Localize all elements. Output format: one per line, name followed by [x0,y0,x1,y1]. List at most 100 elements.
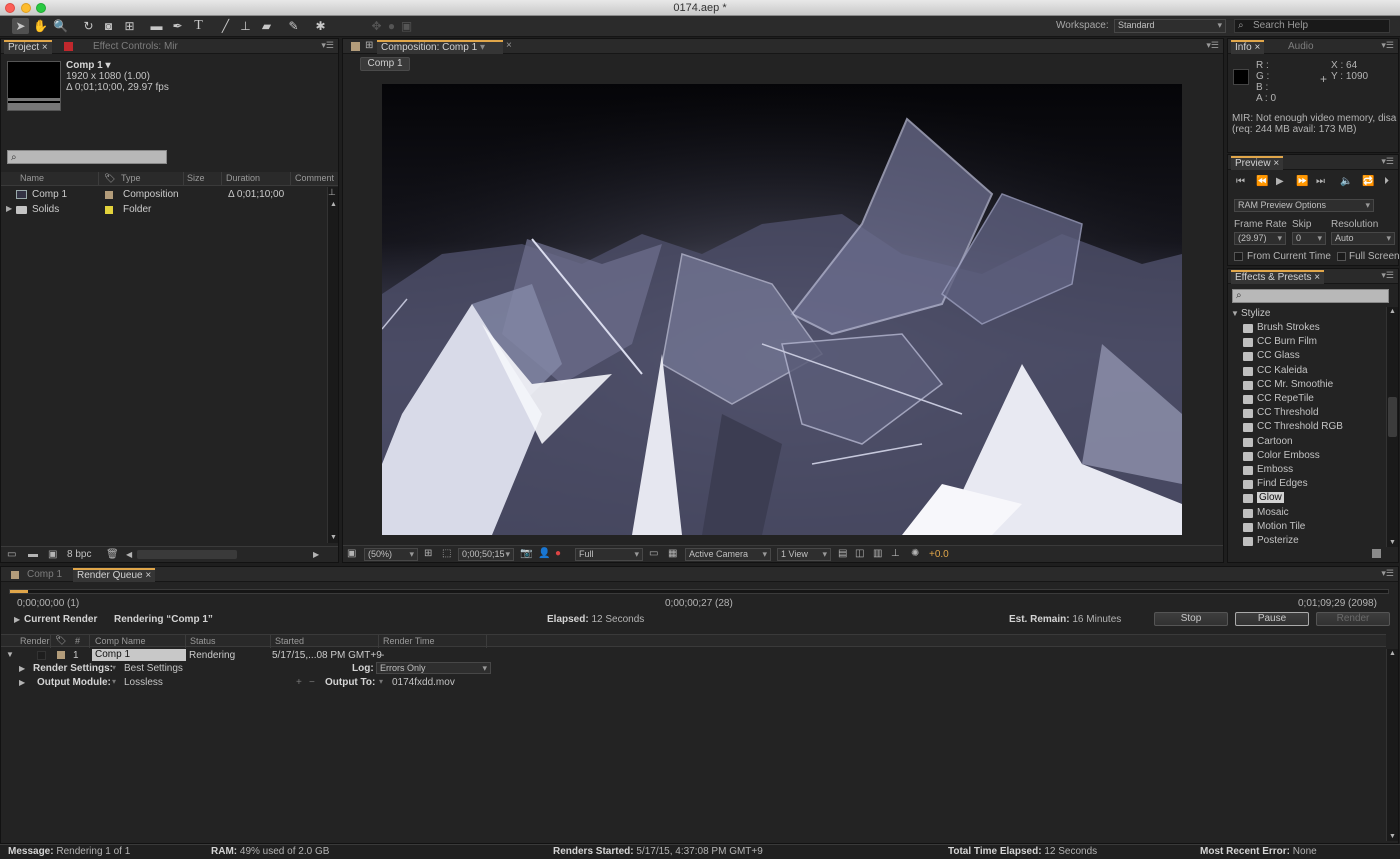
camera-tool-icon[interactable]: ◙ [100,18,117,34]
zoom-window-button[interactable] [36,3,46,13]
view-layout-dropdown[interactable]: 1 View [777,548,831,561]
camera-view-dropdown[interactable]: Active Camera [685,548,771,561]
comp-viewer-canvas[interactable] [382,84,1182,535]
effect-item[interactable]: CC Burn Film [1243,335,1317,349]
resolution-dropdown[interactable]: Auto [1331,232,1395,245]
render-queue-item-row[interactable]: ▼ 1 Comp 1 Rendering 5/17/15,...08 PM GM… [1,649,1386,662]
label-swatch[interactable] [57,651,65,659]
effects-scroll-thumb[interactable] [1388,397,1397,437]
close-window-button[interactable] [5,3,15,13]
scroll-down-icon[interactable]: ▼ [1389,539,1396,546]
first-frame-icon[interactable]: ⏮ [1236,176,1245,187]
zoom-tool-icon[interactable]: 🔍 [52,18,69,34]
output-module-triangle-icon[interactable]: ▶ [19,678,25,687]
horizontal-scrollbar[interactable] [137,550,237,559]
col-number[interactable]: # [72,635,90,648]
current-render-triangle-icon[interactable]: ▶ [14,615,20,624]
color-channels-icon[interactable]: ● [555,548,561,559]
stop-button[interactable]: Stop [1154,612,1228,626]
effect-item[interactable]: CC RepeTile [1243,392,1314,406]
workspace-dropdown[interactable]: Standard [1114,19,1226,33]
project-search-input[interactable]: ⌕ [7,150,167,164]
trash-icon[interactable]: 🗑 [106,549,119,560]
new-preset-icon[interactable] [1372,549,1381,558]
roto-brush-tool-icon[interactable]: ✎ [285,18,302,34]
new-folder-icon[interactable]: ▬ [28,549,38,560]
scroll-up-icon[interactable]: ▲ [1389,650,1396,657]
scroll-up-icon[interactable]: ▲ [1389,308,1396,315]
col-duration[interactable]: Duration [223,172,291,185]
project-row[interactable]: ▶ Solids Folder [1,203,327,217]
effects-search-input[interactable]: ⌕ [1232,289,1389,303]
effects-scrollbar[interactable]: ▲ ▼ [1386,307,1398,547]
ram-preview-icon[interactable]: ⏵ [1384,176,1389,187]
fast-previews-icon[interactable]: ◫ [855,548,864,559]
effect-item[interactable]: Cartoon [1243,435,1293,449]
remove-output-module-icon[interactable]: − [309,677,315,688]
exposure-value[interactable]: +0.0 [929,549,949,560]
scroll-right-icon[interactable]: ▶ [313,550,319,559]
scroll-up-icon[interactable]: ▲ [330,201,337,208]
item-comp-name[interactable]: Comp 1 [92,649,186,661]
new-comp-icon[interactable]: ▣ [48,549,57,560]
project-row[interactable]: Comp 1 Composition Δ 0;01;10;00 [1,188,327,202]
rectangle-tool-icon[interactable]: ▬ [148,18,165,34]
tab-info[interactable]: Info × [1231,40,1265,54]
comp-breadcrumb[interactable]: Comp 1 [360,57,410,71]
render-button[interactable]: Render [1316,612,1390,626]
resolution-dropdown[interactable]: Full [575,548,643,561]
puppet-pin-tool-icon[interactable]: ✱ [312,18,329,34]
effect-item[interactable]: Glow [1243,491,1284,505]
flowchart-view-icon[interactable]: ⊥ [891,548,900,559]
render-checkbox[interactable] [37,651,46,660]
effect-item[interactable]: CC Threshold [1243,406,1319,420]
timeline-icon[interactable]: ▥ [873,548,882,559]
output-to-value[interactable]: 0174fxdd.mov [392,677,455,688]
axis-view-icon[interactable]: ▣ [398,18,415,34]
minimize-window-button[interactable] [21,3,31,13]
frame-rate-dropdown[interactable]: (29.97) [1234,232,1286,245]
col-render[interactable]: Render [17,635,51,648]
brush-tool-icon[interactable]: ╱ [217,18,234,34]
effect-item[interactable]: CC Threshold RGB [1243,420,1343,434]
tab-effects-presets[interactable]: Effects & Presets × [1231,270,1325,284]
render-settings-dropdown-icon[interactable]: ▾ [112,663,116,672]
mask-visibility-icon[interactable]: ⬚ [442,548,451,559]
col-name[interactable]: Name [17,172,99,185]
flowchart-icon[interactable]: ⊥ [328,187,336,198]
pixel-aspect-icon[interactable]: ▤ [838,548,847,559]
skip-dropdown[interactable]: 0 [1292,232,1326,245]
grid-guides-icon[interactable]: ⊞ [424,548,432,559]
effect-item[interactable]: Color Emboss [1243,449,1320,463]
scroll-down-icon[interactable]: ▼ [330,534,337,541]
output-module-value[interactable]: Lossless [124,677,163,688]
pan-behind-tool-icon[interactable]: ⊞ [121,18,138,34]
panel-menu-icon[interactable]: ▾☰ [1381,270,1394,281]
col-size[interactable]: Size [184,172,222,185]
always-preview-icon[interactable]: ▣ [347,548,356,559]
tab-composition[interactable]: Composition: Comp 1 ▾ [377,40,503,54]
effect-item[interactable]: Posterize [1243,534,1299,548]
selection-tool-icon[interactable]: ➤ [12,18,29,34]
col-started[interactable]: Started [272,635,379,648]
comp-flowchart-icon[interactable]: ⊞ [365,40,373,51]
pen-tool-icon[interactable]: ✒ [169,18,186,34]
output-to-dropdown-icon[interactable]: ▾ [379,677,383,686]
panel-menu-icon[interactable]: ▾☰ [1206,40,1219,51]
project-bpc[interactable]: 8 bpc [67,549,91,560]
region-of-interest-icon[interactable]: ▭ [649,548,658,559]
effect-item[interactable]: CC Mr. Smoothie [1243,378,1333,392]
tab-preview[interactable]: Preview × [1231,156,1284,170]
effect-item[interactable]: Brush Strokes [1243,321,1320,335]
eraser-tool-icon[interactable]: ▰ [258,18,275,34]
effect-item[interactable]: Emboss [1243,463,1293,477]
zoom-dropdown[interactable]: (50%) [364,548,418,561]
expand-triangle-icon[interactable]: ▶ [6,204,12,213]
previous-frame-icon[interactable]: ⏪ [1256,176,1268,187]
effect-item[interactable]: Find Edges [1243,477,1308,491]
category-expand-icon[interactable]: ▼ [1231,309,1239,318]
last-frame-icon[interactable]: ⏭ [1316,176,1325,187]
panel-menu-icon[interactable]: ▾☰ [321,40,334,51]
panel-menu-icon[interactable]: ▾☰ [1381,156,1394,167]
next-frame-icon[interactable]: ⏩ [1296,176,1308,187]
